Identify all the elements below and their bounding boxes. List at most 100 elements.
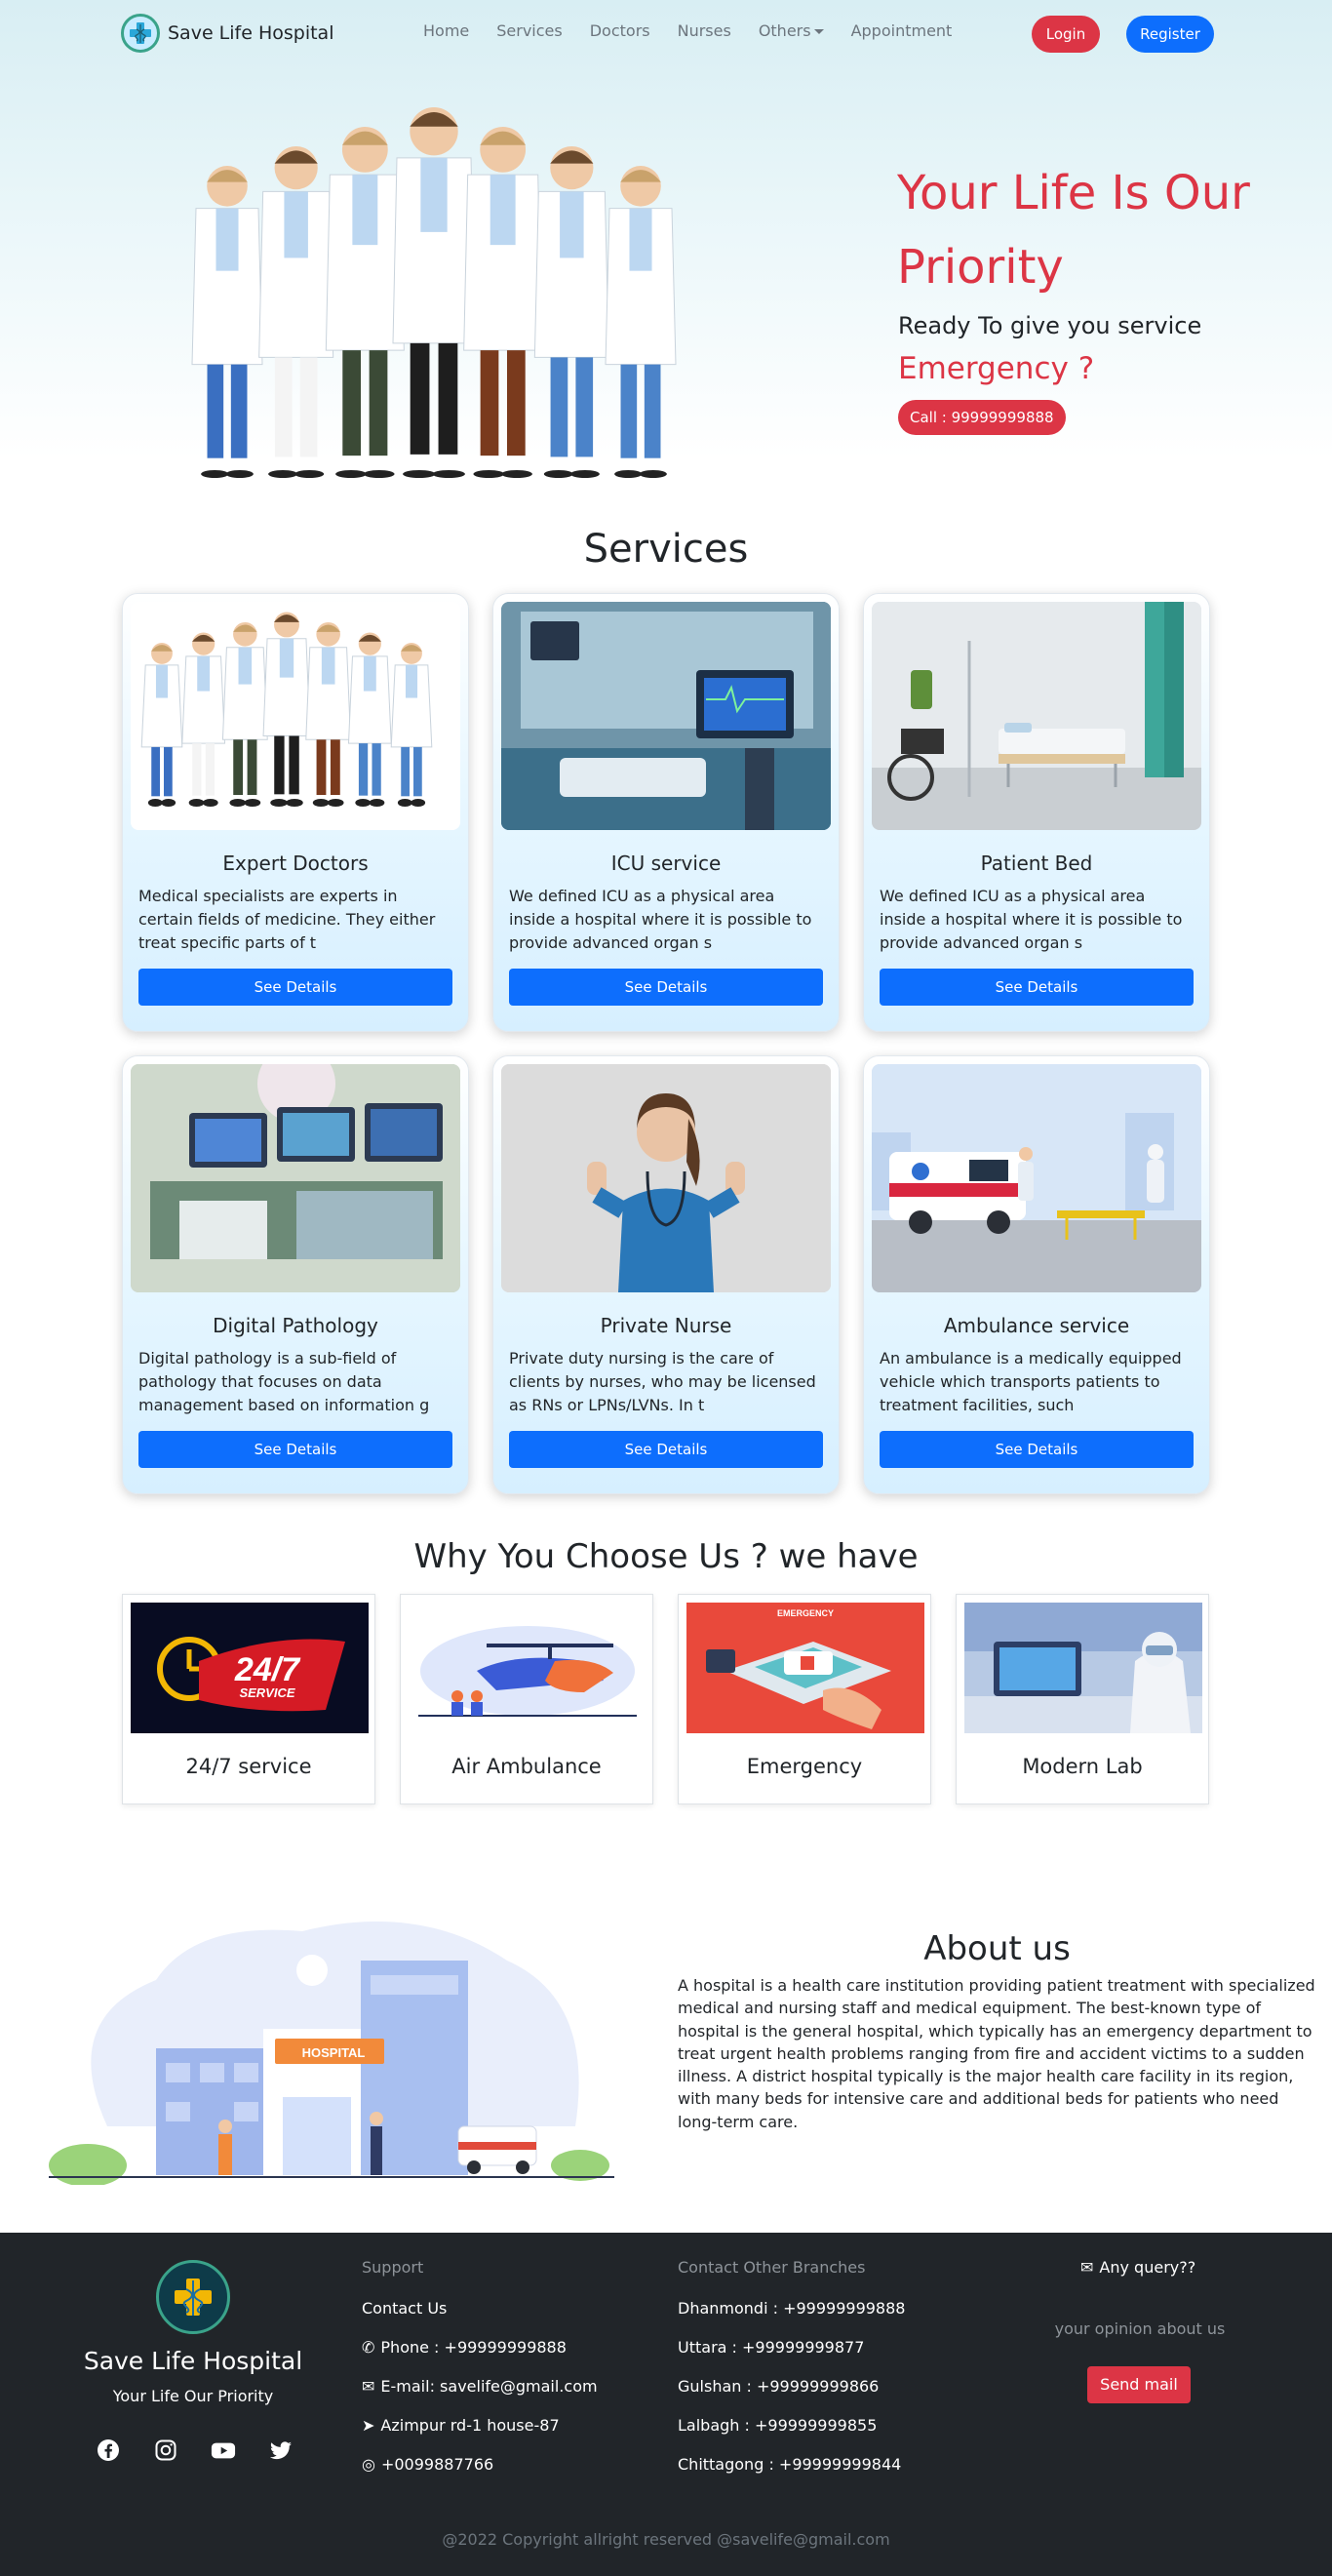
call-button[interactable]: Call : 99999999888 (898, 400, 1066, 435)
nav-nurses[interactable]: Nurses (678, 21, 731, 40)
opinion-input[interactable]: your opinion about us (1024, 2312, 1256, 2347)
service-card-digital-pathology: Digital Pathology Digital pathology is a… (122, 1055, 469, 1494)
why-card-24-7: 24/7 SERVICE 24/7 service (122, 1594, 375, 1804)
service-card-patient-bed: Patient Bed We defined ICU as a physical… (863, 593, 1210, 1032)
service-title: Patient Bed (980, 852, 1093, 875)
nav-links: Home Services Doctors Nurses Others Appo… (423, 21, 952, 40)
contact-us-link[interactable]: Contact Us (362, 2298, 598, 2318)
envelope-icon: ✉ (1080, 2258, 1094, 2277)
emergency-banner: EMERGENCY (777, 1608, 834, 1618)
query-label: Any query?? (1099, 2258, 1196, 2277)
icu-image (501, 602, 831, 830)
why-label: Air Ambulance (451, 1755, 602, 1778)
see-details-button[interactable]: See Details (509, 969, 823, 1006)
service-card-icu: ICU service We defined ICU as a physical… (492, 593, 840, 1032)
service-card-private-nurse: Private Nurse Private duty nursing is th… (492, 1055, 840, 1494)
branches-column: Contact Other Branches Dhanmondi : +9999… (678, 2258, 905, 2493)
badge-service: SERVICE (239, 1685, 294, 1700)
branches-heading: Contact Other Branches (678, 2258, 866, 2277)
nav-others-label: Others (758, 21, 811, 40)
whatsapp-icon: ◎ (362, 2455, 375, 2474)
contact-us-label: Contact Us (362, 2299, 448, 2318)
24-7-service-image: 24/7 SERVICE (131, 1603, 369, 1733)
hospital-illustration: HOSPITAL (49, 1922, 614, 2185)
email-row[interactable]: ✉ E-mail: savelife@gmail.com (362, 2376, 598, 2397)
whatsapp-text: +0099887766 (380, 2455, 494, 2474)
why-card-emergency: EMERGENCY Emergency (678, 1594, 931, 1804)
phone-icon: ✆ (362, 2338, 375, 2357)
youtube-icon[interactable] (211, 2437, 236, 2463)
hero-subtitle: Ready To give you service (898, 312, 1202, 339)
service-title: ICU service (610, 852, 722, 875)
branch-item: Uttara : +99999999877 (678, 2338, 865, 2357)
caduceus-icon (156, 2260, 230, 2334)
why-label: 24/7 service (185, 1755, 312, 1778)
branch-item: Chittagong : +99999999844 (678, 2455, 902, 2474)
social-links (96, 2437, 294, 2463)
branch-item: Lalbagh : +99999999855 (678, 2416, 878, 2435)
footer-brand: Save Life Hospital (83, 2347, 303, 2375)
expert-doctors-image (131, 602, 460, 830)
see-details-button[interactable]: See Details (880, 969, 1194, 1006)
see-details-button[interactable]: See Details (509, 1431, 823, 1468)
location-arrow-icon: ➤ (362, 2416, 375, 2435)
badge-24-7: 24/7 (234, 1651, 301, 1688)
see-details-button[interactable]: See Details (880, 1431, 1194, 1468)
service-description: We defined ICU as a physical area inside… (880, 887, 1183, 952)
hero-emergency: Emergency ? (898, 351, 1095, 386)
facebook-icon[interactable] (96, 2437, 121, 2463)
brand[interactable]: Save Life Hospital (121, 14, 333, 53)
service-description: We defined ICU as a physical area inside… (509, 887, 812, 952)
phone-text: Phone : +99999999888 (380, 2338, 567, 2357)
service-title: Ambulance service (943, 1314, 1130, 1337)
copyright: @2022 Copyright allright reserved @savel… (442, 2530, 890, 2549)
service-description: Private duty nursing is the care of clie… (509, 1349, 816, 1414)
address-row: ➤ Azimpur rd-1 house-87 (362, 2415, 598, 2436)
doctors-group-image (191, 107, 677, 478)
support-column: Support Contact Us ✆ Phone : +99999999888… (362, 2258, 598, 2493)
register-button[interactable]: Register (1126, 16, 1214, 53)
brand-name: Save Life Hospital (168, 22, 334, 44)
service-description: Medical specialists are experts in certa… (138, 887, 436, 952)
top-navbar: Save Life Hospital Home Services Doctors… (0, 0, 1332, 66)
why-label: Modern Lab (1022, 1755, 1143, 1778)
emergency-image: EMERGENCY (686, 1603, 924, 1733)
service-card-ambulance: Ambulance service An ambulance is a medi… (863, 1055, 1210, 1494)
instagram-icon[interactable] (153, 2437, 178, 2463)
nav-home[interactable]: Home (423, 21, 469, 40)
phone-row[interactable]: ✆ Phone : +99999999888 (362, 2337, 598, 2358)
about-title: About us (923, 1929, 1071, 1968)
private-nurse-image (501, 1064, 831, 1292)
support-heading: Support (362, 2258, 424, 2277)
address-text: Azimpur rd-1 house-87 (380, 2416, 560, 2435)
hero-title: Your Life Is Our Priority (897, 166, 1250, 295)
see-details-button[interactable]: See Details (138, 1431, 452, 1468)
branch-item: Dhanmondi : +99999999888 (678, 2299, 906, 2318)
footer: Save Life Hospital Your Life Our Priorit… (0, 2233, 1332, 2576)
login-button[interactable]: Login (1032, 16, 1100, 53)
service-title: Private Nurse (600, 1314, 732, 1337)
twitter-icon[interactable] (268, 2437, 294, 2463)
air-ambulance-image (409, 1603, 646, 1733)
hospital-sign: HOSPITAL (302, 2045, 366, 2060)
nav-appointment[interactable]: Appointment (851, 21, 953, 40)
why-card-air-ambulance: Air Ambulance (400, 1594, 653, 1804)
chevron-down-icon (813, 29, 824, 34)
patient-bed-image (872, 602, 1201, 830)
nav-others-dropdown[interactable]: Others (759, 21, 824, 40)
ambulance-image (872, 1064, 1201, 1292)
whatsapp-row[interactable]: ◎ +0099887766 (362, 2454, 598, 2475)
service-description: Digital pathology is a sub-field of path… (138, 1349, 430, 1414)
footer-tagline: Your Life Our Priority (112, 2387, 274, 2405)
service-description: An ambulance is a medically equipped veh… (880, 1349, 1182, 1414)
service-card-expert-doctors: Expert Doctors Medical specialists are e… (122, 593, 469, 1032)
modern-lab-image (964, 1603, 1202, 1733)
nav-services[interactable]: Services (496, 21, 562, 40)
see-details-button[interactable]: See Details (138, 969, 452, 1006)
caduceus-icon (121, 14, 160, 53)
nav-doctors[interactable]: Doctors (590, 21, 650, 40)
send-mail-button[interactable]: Send mail (1087, 2366, 1191, 2403)
query-heading: ✉ Any query?? (1080, 2258, 1195, 2277)
service-title: Expert Doctors (222, 852, 369, 875)
digital-pathology-image (131, 1064, 460, 1292)
